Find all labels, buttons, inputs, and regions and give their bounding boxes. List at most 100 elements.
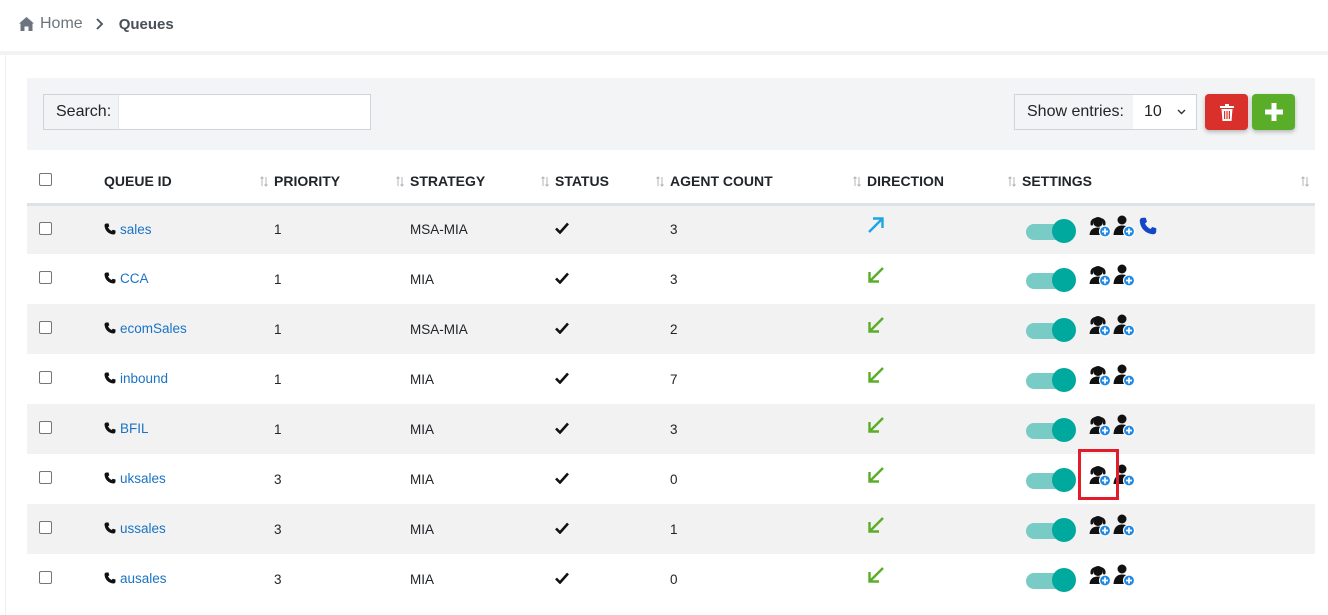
queue-enabled-toggle[interactable] [1026, 418, 1076, 442]
queue-id-link[interactable]: ussales [104, 521, 166, 536]
add-agent-headset-icon [1089, 366, 1112, 387]
queue-id-link[interactable]: uksales [104, 471, 166, 486]
add-user-button[interactable] [1111, 262, 1137, 288]
phone-icon [104, 422, 116, 434]
delete-button[interactable] [1205, 94, 1248, 130]
sort-icon [396, 176, 404, 187]
sort-icon [541, 176, 549, 187]
agent-count-cell: 7 [670, 371, 678, 387]
status-cell [555, 454, 670, 504]
add-user-button[interactable] [1111, 562, 1137, 588]
add-agent-button[interactable] [1087, 312, 1113, 338]
search-label: Search: [44, 95, 119, 129]
agent-count-cell: 0 [670, 471, 678, 487]
queue-enabled-toggle[interactable] [1026, 318, 1076, 342]
check-icon [555, 322, 569, 334]
direction-cell [867, 404, 1022, 454]
row-checkbox[interactable] [39, 521, 52, 534]
strategy-cell: MIA [410, 371, 435, 387]
row-checkbox[interactable] [39, 471, 52, 484]
queue-id-link[interactable]: inbound [104, 371, 168, 386]
column-header-direction[interactable]: DIRECTION [867, 160, 1022, 206]
queue-id-text: ecomSales [120, 320, 187, 336]
queue-id-text: ussales [120, 520, 166, 536]
check-icon [555, 222, 569, 235]
queue-id-link[interactable]: ausales [104, 571, 167, 586]
add-user-button[interactable] [1111, 362, 1137, 388]
queue-id-link[interactable]: ecomSales [104, 321, 187, 336]
add-user-icon [1113, 314, 1136, 337]
add-user-icon [1113, 215, 1136, 238]
queue-enabled-toggle[interactable] [1026, 218, 1076, 243]
priority-cell: 3 [274, 521, 282, 537]
settings-cell [1022, 254, 1315, 304]
entries-select[interactable]: 10 [1133, 95, 1196, 129]
queue-id-link[interactable]: CCA [104, 271, 149, 286]
row-checkbox[interactable] [39, 371, 52, 384]
add-agent-headset-icon [1089, 416, 1112, 437]
status-cell [555, 554, 670, 604]
direction-cell [867, 354, 1022, 404]
row-checkbox[interactable] [39, 571, 52, 584]
add-agent-button[interactable] [1087, 512, 1113, 538]
queue-enabled-toggle[interactable] [1026, 568, 1076, 592]
search-input[interactable] [119, 95, 370, 129]
column-header-priority[interactable]: PRIORITY [274, 160, 410, 206]
add-user-icon [1113, 364, 1136, 387]
strategy-cell: MIA [410, 571, 435, 587]
table-header-row: QUEUE ID PRIORITY STRATEGY STATUS AGENT … [27, 160, 1315, 206]
status-cell [555, 504, 670, 554]
column-header-agent-count[interactable]: AGENT COUNT [670, 160, 867, 206]
column-header-strategy[interactable]: STRATEGY [410, 160, 555, 206]
entries-select-value: 10 [1144, 103, 1162, 120]
queue-id-link[interactable]: sales [104, 222, 152, 237]
queue-enabled-toggle[interactable] [1026, 368, 1076, 392]
phone-icon [104, 522, 116, 534]
row-checkbox[interactable] [39, 221, 52, 235]
column-header-status[interactable]: STATUS [555, 160, 670, 206]
call-button[interactable] [1135, 213, 1161, 239]
breadcrumb-current: Queues [118, 15, 174, 33]
chevron-down-icon [1177, 109, 1186, 115]
queue-enabled-toggle[interactable] [1026, 268, 1076, 292]
status-cell [555, 354, 670, 404]
row-checkbox[interactable] [39, 271, 52, 284]
strategy-cell: MSA-MIA [410, 321, 468, 337]
add-user-button[interactable] [1111, 412, 1137, 438]
agent-count-cell: 3 [670, 421, 678, 437]
add-queue-button[interactable] [1252, 94, 1295, 130]
settings-cell [1022, 304, 1315, 354]
add-agent-button[interactable] [1087, 262, 1113, 288]
column-header-queue-id[interactable]: QUEUE ID [104, 160, 274, 206]
select-all-checkbox[interactable] [39, 173, 52, 187]
add-agent-button[interactable] [1087, 213, 1113, 239]
home-icon[interactable] [18, 16, 35, 32]
queue-enabled-toggle[interactable] [1026, 518, 1076, 542]
table-row: ausales 3 MIA 0 [27, 554, 1315, 604]
queue-enabled-toggle[interactable] [1026, 468, 1076, 492]
inbound-arrow-icon [868, 366, 884, 383]
add-user-button[interactable] [1111, 312, 1137, 338]
add-agent-button[interactable] [1087, 562, 1113, 588]
row-checkbox[interactable] [39, 321, 52, 334]
breadcrumb-home-link[interactable]: Home [40, 15, 83, 33]
row-checkbox[interactable] [39, 421, 52, 434]
add-user-button[interactable] [1111, 213, 1137, 239]
column-header-settings[interactable]: SETTINGS [1022, 160, 1315, 206]
check-icon [555, 522, 569, 534]
settings-cell [1022, 204, 1315, 254]
inbound-arrow-icon [868, 466, 884, 483]
agent-count-cell: 2 [670, 321, 678, 337]
sort-icon [260, 176, 268, 187]
direction-cell [867, 304, 1022, 354]
show-entries-group: Show entries: 10 [1014, 94, 1197, 130]
agent-count-cell: 1 [670, 521, 678, 537]
phone-icon [104, 472, 116, 484]
add-user-button[interactable] [1111, 512, 1137, 538]
add-agent-button[interactable] [1087, 362, 1113, 388]
add-user-icon [1113, 264, 1136, 287]
add-agent-button[interactable] [1087, 412, 1113, 438]
queue-id-link[interactable]: BFIL [104, 421, 149, 436]
table-row: ussales 3 MIA 1 [27, 504, 1315, 554]
direction-cell [867, 254, 1022, 304]
